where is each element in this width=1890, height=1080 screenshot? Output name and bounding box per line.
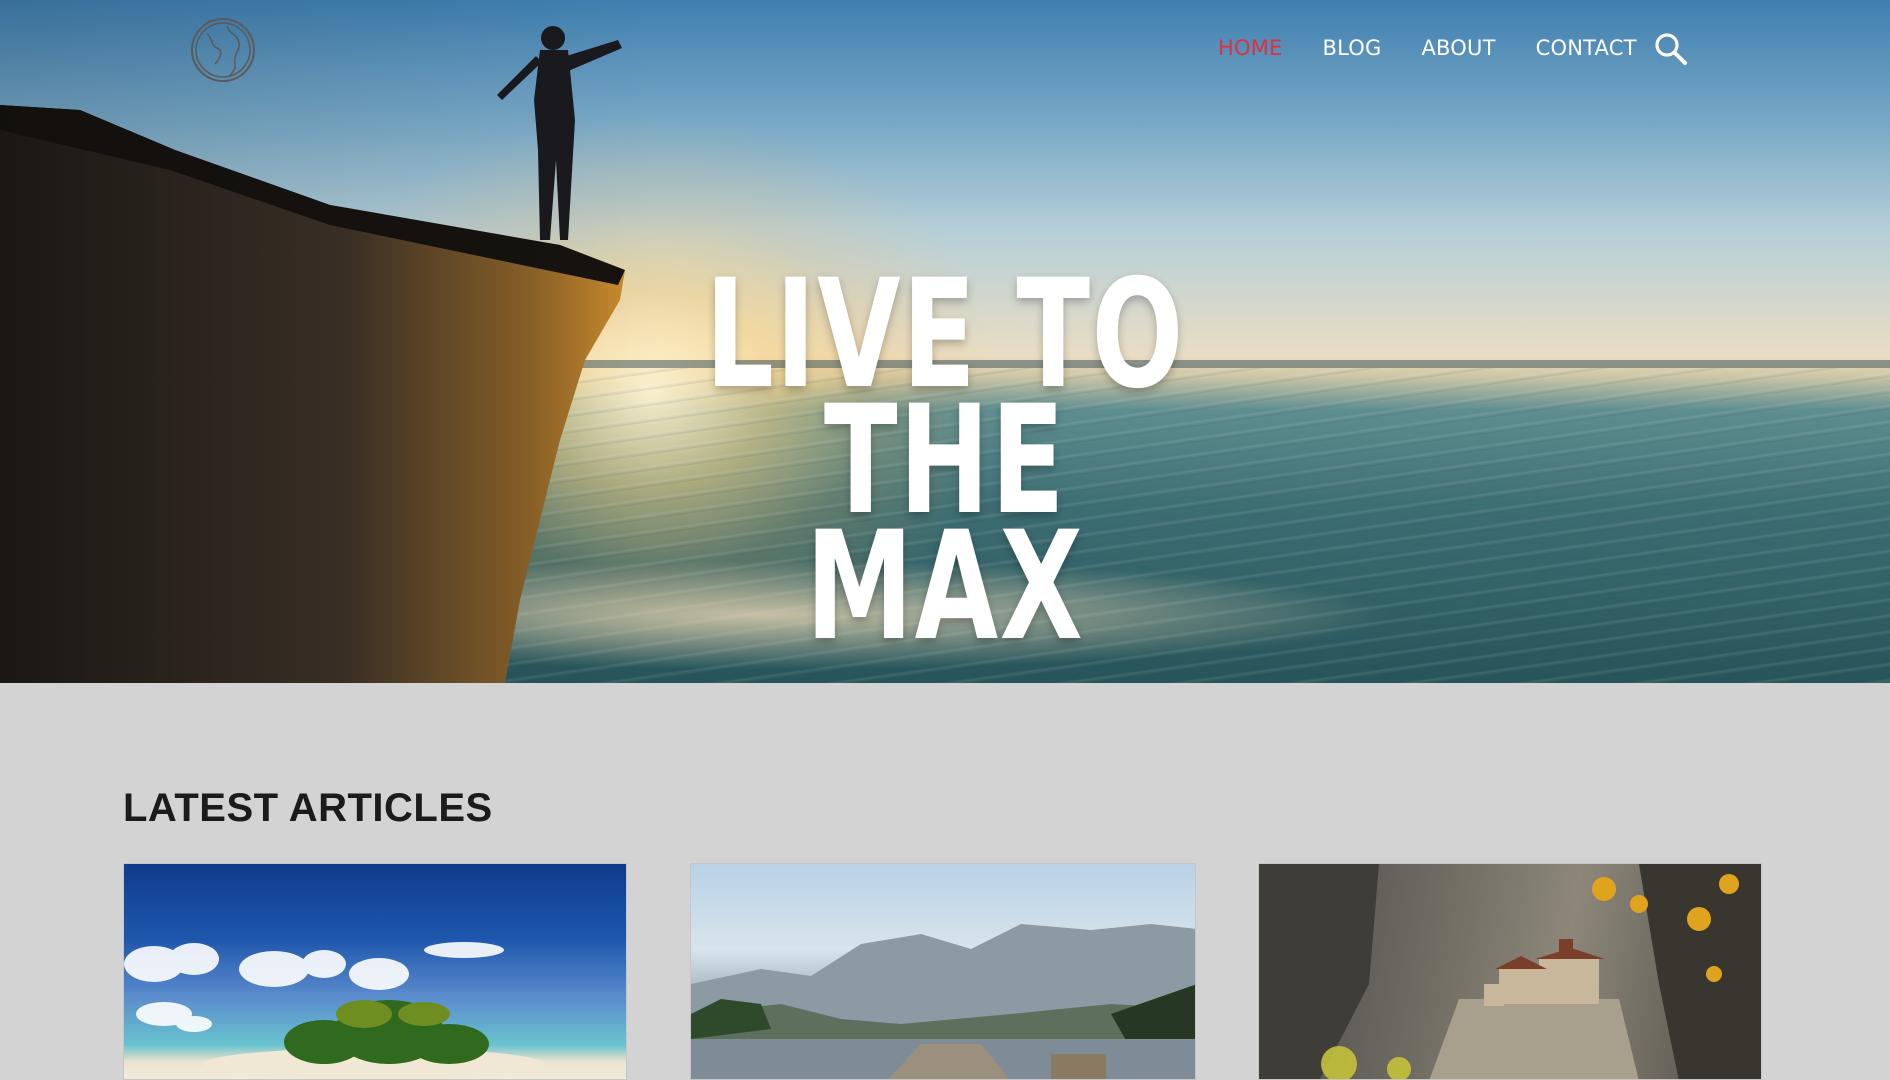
nav-home[interactable]: HOME: [1218, 36, 1283, 60]
article-card-monastery[interactable]: [1258, 863, 1762, 1080]
mountain-lake-photo: [691, 924, 1195, 1079]
globe-icon[interactable]: [191, 18, 255, 82]
article-card-lake[interactable]: [690, 863, 1196, 1080]
main-nav: HOME BLOG ABOUT CONTACT: [1218, 36, 1637, 60]
search-icon[interactable]: [1654, 32, 1688, 66]
cliff-monastery-photo: [1259, 864, 1761, 1079]
latest-articles-heading: LATEST ARTICLES: [123, 786, 493, 830]
article-card-island[interactable]: [123, 863, 627, 1080]
nav-contact[interactable]: CONTACT: [1536, 36, 1637, 60]
hero-title: LIVE TO THE MAX: [581, 260, 1308, 662]
hero-title-line2: MAX: [805, 500, 1085, 674]
nav-about[interactable]: ABOUT: [1421, 36, 1495, 60]
globe-outline: [195, 22, 251, 78]
nav-blog[interactable]: BLOG: [1323, 36, 1382, 60]
tropical-island-photo: [124, 942, 544, 1079]
